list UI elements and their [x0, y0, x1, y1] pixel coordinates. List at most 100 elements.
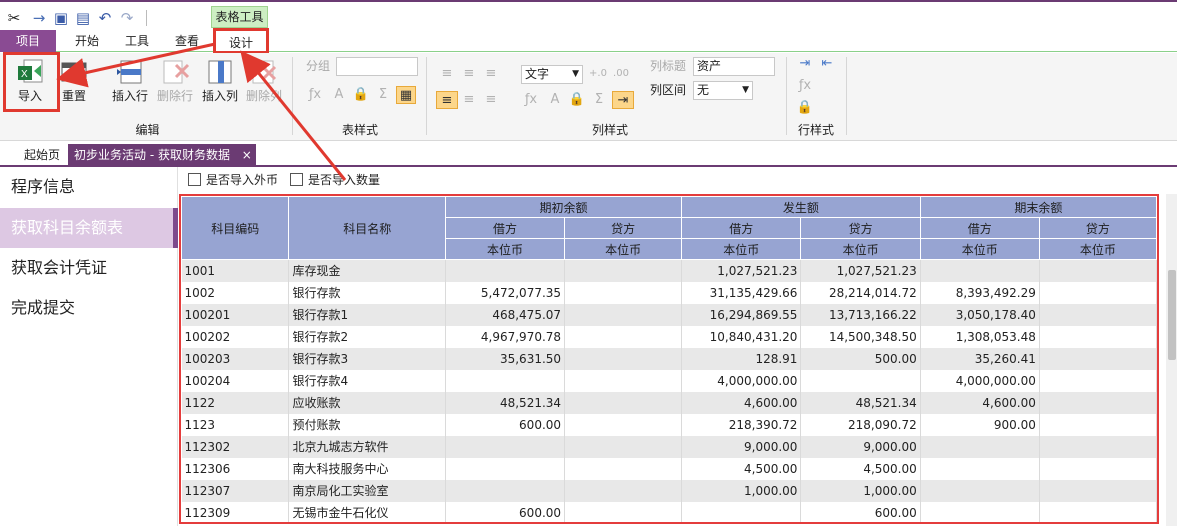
reset-button[interactable]: 重置 [58, 57, 90, 104]
formula-icon[interactable]: ƒx [306, 86, 324, 104]
cell-closing-debit[interactable]: 900.00 [920, 413, 1040, 436]
cell-opening-debit[interactable] [445, 259, 566, 282]
table-row[interactable]: 112309 无锡市金牛石化仪 600.00 600.00 [181, 501, 1157, 522]
table-row[interactable]: 100204 银行存款4 4,000,000.00 4,000,000.00 [181, 369, 1157, 392]
doc-tab-active[interactable]: 初步业务活动 - 获取财务数据 × [68, 144, 256, 167]
cell-opening-credit[interactable] [564, 259, 683, 282]
valign-top-icon[interactable]: ≡ [436, 91, 458, 109]
lock-icon[interactable]: 🔒 [352, 86, 370, 104]
font-a-icon[interactable]: A [546, 91, 564, 109]
cell-code[interactable]: 1001 [181, 259, 290, 282]
cell-opening-credit[interactable] [564, 369, 683, 392]
cell-opening-credit[interactable] [564, 479, 683, 502]
cell-name[interactable]: 应收账款 [288, 391, 446, 414]
table-row[interactable]: 112307 南京局化工实验室 1,000.00 1,000.00 [181, 479, 1157, 502]
cell-opening-debit[interactable]: 4,967,970.78 [445, 325, 566, 348]
cell-opening-credit[interactable] [564, 501, 683, 522]
table-row[interactable]: 100203 银行存款3 35,631.50 128.91 500.00 35,260.4… [181, 347, 1157, 370]
doc-tab-start-page[interactable]: 起始页 [18, 144, 66, 167]
cell-code[interactable]: 100202 [181, 325, 290, 348]
indent-decrease-icon[interactable]: ⇤ [818, 55, 836, 73]
cell-code[interactable]: 100203 [181, 347, 290, 370]
cell-code[interactable]: 1123 [181, 413, 290, 436]
cell-closing-debit[interactable] [920, 501, 1040, 522]
cell-name[interactable]: 银行存款4 [288, 369, 446, 392]
cell-opening-credit[interactable] [564, 325, 683, 348]
save-icon[interactable]: ▣ [52, 9, 70, 27]
cell-name[interactable]: 北京九城志方软件 [288, 435, 446, 458]
valign-bottom-icon[interactable]: ≡ [482, 91, 500, 109]
cell-name[interactable]: 库存现金 [288, 259, 446, 282]
column-type-select[interactable]: 文字 ▼ [521, 65, 583, 84]
align-left-icon[interactable]: ≡ [438, 65, 456, 83]
cell-occurrence-credit[interactable]: 28,214,014.72 [800, 281, 921, 304]
tab-start[interactable]: 开始 [62, 30, 112, 52]
cell-opening-credit[interactable] [564, 347, 683, 370]
checkbox-box[interactable] [290, 173, 303, 186]
cell-closing-debit[interactable] [920, 457, 1040, 480]
tab-design[interactable]: 设计 [213, 28, 269, 54]
delete-column-button[interactable]: 删除列 [244, 57, 284, 104]
cell-closing-debit[interactable]: 35,260.41 [920, 347, 1040, 370]
cell-closing-credit[interactable] [1039, 501, 1157, 522]
cell-occurrence-debit[interactable] [681, 501, 802, 522]
cell-closing-credit[interactable] [1039, 347, 1157, 370]
cell-opening-debit[interactable]: 600.00 [445, 413, 566, 436]
cell-closing-debit[interactable] [920, 479, 1040, 502]
tab-project[interactable]: 项目 [0, 30, 56, 52]
table-row[interactable]: 100201 银行存款1 468,475.07 16,294,869.55 13,713… [181, 303, 1157, 326]
table-row[interactable]: 112302 北京九城志方软件 9,000.00 9,000.00 [181, 435, 1157, 458]
cell-code[interactable]: 112307 [181, 479, 290, 502]
vertical-scrollbar[interactable] [1166, 194, 1177, 526]
cell-code[interactable]: 112309 [181, 501, 290, 522]
cell-occurrence-debit[interactable]: 10,840,431.20 [681, 325, 802, 348]
cell-opening-credit[interactable] [564, 303, 683, 326]
cell-occurrence-debit[interactable]: 9,000.00 [681, 435, 802, 458]
nav-item-submit[interactable]: 完成提交 [0, 288, 178, 328]
decrease-decimal-icon[interactable]: .00 [612, 65, 630, 83]
delete-row-button[interactable]: 删除行 [154, 57, 196, 104]
align-center-icon[interactable]: ≡ [460, 65, 478, 83]
close-icon[interactable]: × [242, 148, 252, 162]
formula-icon[interactable]: ƒx [522, 91, 540, 109]
import-quantity-checkbox[interactable]: 是否导入数量 [290, 173, 380, 188]
cell-code[interactable]: 100204 [181, 369, 290, 392]
cell-occurrence-debit[interactable]: 128.91 [681, 347, 802, 370]
increase-decimal-icon[interactable]: +.0 [589, 65, 607, 83]
cell-closing-debit[interactable] [920, 259, 1040, 282]
cell-occurrence-credit[interactable]: 4,500.00 [800, 457, 921, 480]
cell-name[interactable]: 银行存款2 [288, 325, 446, 348]
cell-opening-credit[interactable] [564, 391, 683, 414]
cell-closing-credit[interactable] [1039, 281, 1157, 304]
cell-occurrence-debit[interactable]: 1,027,521.23 [681, 259, 802, 282]
cell-occurrence-credit[interactable]: 218,090.72 [800, 413, 921, 436]
cell-name[interactable]: 预付账款 [288, 413, 446, 436]
cell-opening-debit[interactable]: 5,472,077.35 [445, 281, 566, 304]
cell-opening-credit[interactable] [564, 413, 683, 436]
cell-closing-debit[interactable] [920, 435, 1040, 458]
tab-tools[interactable]: 工具 [112, 30, 162, 52]
cell-occurrence-debit[interactable]: 4,500.00 [681, 457, 802, 480]
cell-name[interactable]: 银行存款 [288, 281, 446, 304]
cell-occurrence-credit[interactable]: 14,500,348.50 [800, 325, 921, 348]
cell-closing-credit[interactable] [1039, 457, 1157, 480]
cell-code[interactable]: 112302 [181, 435, 290, 458]
table-row[interactable]: 112306 南大科技服务中心 4,500.00 4,500.00 [181, 457, 1157, 480]
cell-closing-credit[interactable] [1039, 413, 1157, 436]
cell-occurrence-credit[interactable]: 1,000.00 [800, 479, 921, 502]
nav-item-program-info[interactable]: 程序信息 [0, 167, 178, 207]
cell-opening-debit[interactable]: 35,631.50 [445, 347, 566, 370]
cell-opening-debit[interactable] [445, 369, 566, 392]
cell-closing-debit[interactable]: 4,600.00 [920, 391, 1040, 414]
cell-occurrence-credit[interactable]: 13,713,166.22 [800, 303, 921, 326]
cell-code[interactable]: 1002 [181, 281, 290, 304]
cell-occurrence-credit[interactable]: 9,000.00 [800, 435, 921, 458]
cell-occurrence-credit[interactable]: 48,521.34 [800, 391, 921, 414]
cell-opening-debit[interactable]: 48,521.34 [445, 391, 566, 414]
cell-occurrence-debit[interactable]: 218,390.72 [681, 413, 802, 436]
cell-name[interactable]: 银行存款3 [288, 347, 446, 370]
cell-name[interactable]: 银行存款1 [288, 303, 446, 326]
cell-closing-credit[interactable] [1039, 325, 1157, 348]
cell-closing-credit[interactable] [1039, 435, 1157, 458]
cell-opening-credit[interactable] [564, 457, 683, 480]
